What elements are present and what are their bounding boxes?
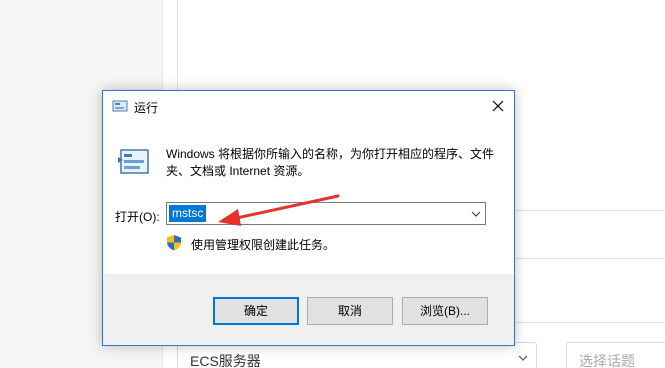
ok-button[interactable]: 确定 [213, 297, 299, 325]
background-divider [514, 258, 665, 259]
topic-select[interactable]: 选择话题 [566, 342, 665, 368]
dialog-footer: 确定 取消 浏览(B)... [103, 274, 514, 345]
ecs-server-select-value: ECS服务器 [190, 353, 261, 368]
background-divider [514, 322, 665, 323]
run-icon [112, 100, 128, 112]
cancel-button[interactable]: 取消 [307, 297, 393, 325]
run-program-icon [118, 149, 149, 174]
close-icon[interactable] [488, 96, 508, 116]
dialog-titlebar[interactable]: 运行 [103, 91, 514, 121]
dialog-description: Windows 将根据你所输入的名称，为你打开相应的程序、文件夹、文档或 Int… [166, 147, 495, 178]
open-input-value[interactable]: mstsc [169, 205, 207, 222]
dialog-title: 运行 [134, 101, 159, 115]
browse-button[interactable]: 浏览(B)... [402, 297, 488, 325]
run-dialog: 运行 Windows 将根据你所输入的名称，为你打开相应的程序、文件夹、文档或 … [102, 90, 515, 346]
admin-privilege-note: 使用管理权限创建此任务。 [191, 238, 336, 252]
chevron-down-icon[interactable] [471, 209, 481, 219]
chevron-down-icon [518, 355, 528, 361]
open-input[interactable]: mstsc [166, 202, 486, 225]
open-label: 打开(O): [115, 210, 160, 224]
uac-shield-icon [167, 235, 181, 251]
background-divider [514, 210, 665, 211]
topic-select-placeholder: 选择话题 [579, 353, 635, 368]
